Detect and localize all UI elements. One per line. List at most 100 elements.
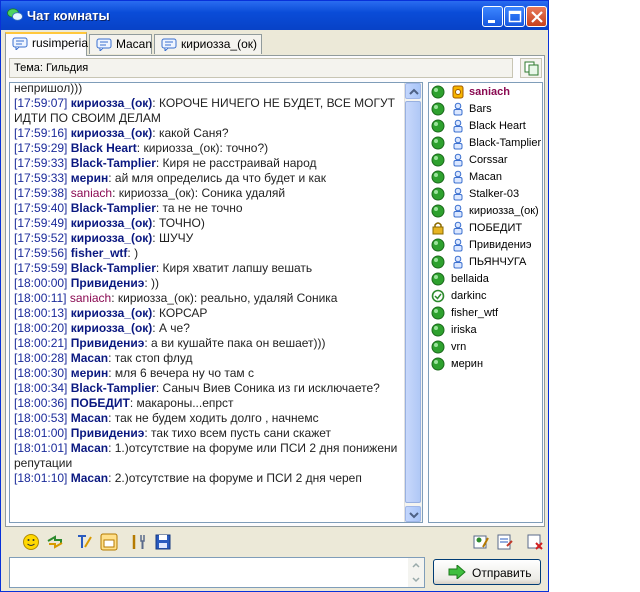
message-nick[interactable]: кириозза_(ок) bbox=[71, 231, 153, 245]
scroll-down-button[interactable] bbox=[405, 506, 421, 522]
message-nick[interactable]: Macan bbox=[71, 411, 108, 425]
message-text: : ай мля определись да что будет и как bbox=[108, 171, 326, 185]
close-button[interactable] bbox=[526, 6, 547, 27]
message-nick[interactable]: кириозза_(ок) bbox=[71, 96, 153, 110]
message-nick[interactable]: Black-Tamplier bbox=[71, 201, 156, 215]
message-nick[interactable]: Macan bbox=[71, 351, 108, 365]
tools-icon[interactable] bbox=[129, 532, 149, 552]
user-edit-icon[interactable] bbox=[471, 532, 491, 552]
input-scrollbar[interactable] bbox=[408, 558, 424, 587]
user-name: Stalker-03 bbox=[469, 188, 520, 200]
maximize-button[interactable] bbox=[504, 6, 525, 27]
message-nick[interactable]: Macan bbox=[71, 471, 108, 485]
message-text: : кириозза_(ок): Соника удаляй bbox=[112, 186, 286, 200]
message-timestamp: [17:59:29] bbox=[14, 141, 68, 155]
message-text: : так тихо всем пусть сани скажет bbox=[144, 426, 332, 440]
message-nick[interactable]: saniach bbox=[71, 186, 112, 200]
chat-message: [18:00:36] ПОБЕДИТ: макароны...епрст bbox=[14, 396, 406, 411]
moderator-badge-icon bbox=[453, 238, 463, 252]
topic-text: Тема: Гильдия bbox=[14, 62, 89, 74]
chat-message: [18:00:13] кириозза_(ок): КОРСАР bbox=[14, 306, 406, 321]
message-nick[interactable]: Black-Tamplier bbox=[71, 261, 156, 275]
message-nick[interactable]: Black-Tamplier bbox=[71, 156, 156, 170]
message-text: : Киря хватит лапшу вешать bbox=[155, 261, 313, 275]
message-nick[interactable]: кириозза_(ок) bbox=[71, 126, 153, 140]
message-input[interactable] bbox=[9, 557, 425, 588]
message-timestamp: [17:59:56] bbox=[14, 246, 68, 260]
smiley-icon[interactable] bbox=[21, 532, 41, 552]
user-list[interactable]: saniach Bars Black Heart Black-Tamplier Cors… bbox=[428, 82, 543, 523]
message-text: : кириозза_(ок): точно?) bbox=[136, 141, 269, 155]
message-nick[interactable]: кириозза_(ок) bbox=[71, 321, 153, 335]
close-icon bbox=[531, 11, 543, 23]
message-nick[interactable]: мерин bbox=[71, 366, 109, 380]
message-nick[interactable]: мерин bbox=[71, 171, 109, 185]
message-nick[interactable]: Black Heart bbox=[71, 141, 137, 155]
chat-lines: непришол))) [17:59:07] кириозза_(ок): КОР… bbox=[14, 83, 406, 486]
moderator-badge-icon bbox=[453, 255, 463, 269]
message-nick[interactable]: Black-Tamplier bbox=[71, 381, 156, 395]
copy-topic-button[interactable] bbox=[520, 58, 542, 78]
message-nick[interactable]: ПОБЕДИТ bbox=[71, 396, 130, 410]
message-nick[interactable]: fisher_wtf bbox=[71, 246, 128, 260]
message-timestamp: [17:59:52] bbox=[14, 231, 68, 245]
tab-rusimperia[interactable]: rusimperia bbox=[5, 32, 88, 56]
message-text: : ШУЧУ bbox=[152, 231, 194, 245]
chat-log[interactable]: непришол))) [17:59:07] кириозза_(ок): КОР… bbox=[9, 82, 423, 523]
message-timestamp: [18:00:00] bbox=[14, 276, 68, 290]
topic-field[interactable]: Тема: Гильдия bbox=[9, 58, 513, 78]
send-button[interactable]: Отправить bbox=[433, 559, 541, 585]
message-timestamp: [18:01:10] bbox=[14, 471, 68, 485]
message-nick[interactable]: saniach bbox=[70, 291, 111, 305]
note-icon[interactable] bbox=[495, 532, 515, 552]
user-name: Corssar bbox=[469, 154, 508, 166]
title-bar[interactable]: Чат комнаты bbox=[1, 1, 548, 30]
moderator-badge-icon bbox=[453, 136, 463, 150]
user-name: ПОБЕДИТ bbox=[469, 222, 523, 234]
message-text: : Саныч Виев Соника из ги исключаете? bbox=[155, 381, 380, 395]
message-nick[interactable]: Macan bbox=[71, 441, 108, 455]
tab-kiriozza[interactable]: кириозза_(ок) bbox=[154, 34, 262, 54]
tab-macan[interactable]: Macan bbox=[89, 34, 152, 54]
message-timestamp: [18:00:21] bbox=[14, 336, 68, 350]
chat-message: [18:00:00] Привидениэ: )) bbox=[14, 276, 406, 291]
message-timestamp: [18:00:53] bbox=[14, 411, 68, 425]
message-nick[interactable]: Привидениэ bbox=[71, 426, 145, 440]
message-timestamp: [17:59:49] bbox=[14, 216, 68, 230]
chat-toolbar bbox=[5, 529, 545, 555]
chat-message: [17:59:56] fisher_wtf: ) bbox=[14, 246, 406, 261]
message-text: : кириозза_(ок): реально, удаляй Соника bbox=[111, 291, 338, 305]
moderator-badge-icon bbox=[453, 187, 463, 201]
save-icon[interactable] bbox=[153, 532, 173, 552]
scroll-thumb[interactable] bbox=[405, 101, 421, 503]
chat-scrollbar[interactable] bbox=[404, 83, 422, 522]
chat-message: [17:59:38] saniach: кириозза_(ок): Соник… bbox=[14, 186, 406, 201]
status-away-icon bbox=[431, 289, 445, 303]
send-arrow-icon bbox=[448, 565, 466, 579]
window-icon[interactable] bbox=[99, 532, 119, 552]
chat-message: [17:59:29] Black Heart: кириозза_(ок): т… bbox=[14, 141, 406, 156]
message-text: : КОРСАР bbox=[152, 306, 208, 320]
message-timestamp: [17:59:40] bbox=[14, 201, 68, 215]
moderator-badge-icon bbox=[453, 221, 463, 235]
maximize-icon bbox=[508, 10, 522, 23]
message-nick[interactable]: кириозза_(ок) bbox=[71, 306, 153, 320]
message-nick[interactable]: кириозза_(ок) bbox=[71, 216, 153, 230]
delete-icon[interactable] bbox=[525, 532, 545, 552]
user-name: Bars bbox=[469, 103, 492, 115]
message-nick[interactable]: Привидениэ bbox=[71, 336, 145, 350]
status-online-icon bbox=[431, 187, 445, 201]
chat-message: [18:00:21] Привидениэ: а ви кушайте пака… bbox=[14, 336, 406, 351]
message-nick[interactable]: Привидениэ bbox=[71, 276, 145, 290]
font-icon[interactable] bbox=[75, 532, 95, 552]
message-text: : ) bbox=[127, 246, 139, 260]
message-timestamp: [17:59:33] bbox=[14, 171, 68, 185]
scroll-up-button[interactable] bbox=[405, 83, 421, 99]
minimize-button[interactable] bbox=[482, 6, 503, 27]
refresh-icon[interactable] bbox=[45, 532, 65, 552]
status-online-icon bbox=[431, 119, 445, 133]
status-online-icon bbox=[431, 340, 445, 354]
status-online-icon bbox=[431, 153, 445, 167]
message-text: : макароны...епрст bbox=[129, 396, 234, 410]
message-timestamp: [18:00:34] bbox=[14, 381, 68, 395]
